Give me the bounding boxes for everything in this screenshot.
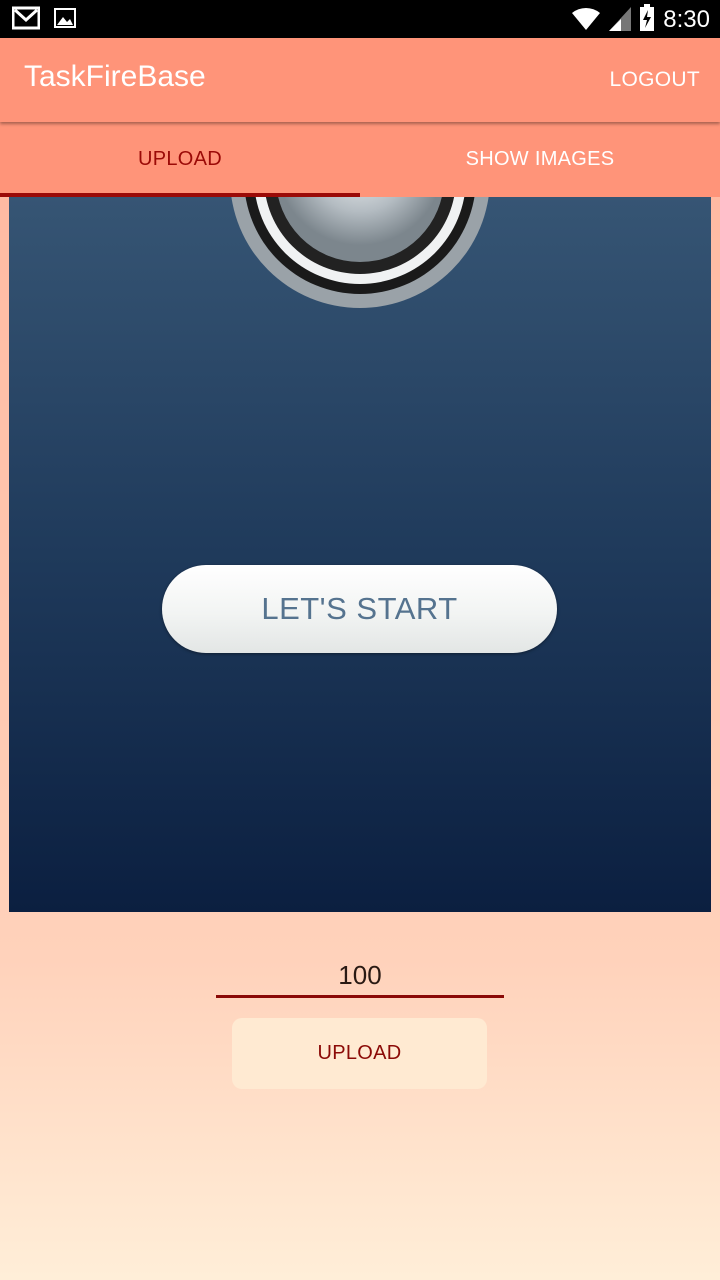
app-bar: TaskFireBase LOGOUT <box>0 38 720 122</box>
signal-icon <box>609 5 632 35</box>
system-icons: 8:30 <box>571 4 710 36</box>
logout-button[interactable]: LOGOUT <box>610 68 700 92</box>
notification-icons <box>11 6 76 34</box>
gallery-icon <box>54 8 76 32</box>
gmail-icon <box>11 6 41 34</box>
wifi-icon <box>571 5 601 35</box>
image-preview: LET'S START <box>9 197 711 912</box>
tab-show-images[interactable]: SHOW IMAGES <box>360 122 720 197</box>
tab-upload[interactable]: UPLOAD <box>0 122 360 197</box>
upload-button[interactable]: UPLOAD <box>232 1018 487 1089</box>
number-input[interactable]: 100 <box>216 954 504 998</box>
status-time: 8:30 <box>663 6 710 33</box>
lens-graphic <box>229 197 491 313</box>
battery-charging-icon <box>639 4 655 36</box>
tab-bar: UPLOAD SHOW IMAGES <box>0 122 720 197</box>
status-bar: 8:30 <box>0 0 720 38</box>
app-title: TaskFireBase <box>24 60 206 93</box>
lets-start-button: LET'S START <box>162 565 557 653</box>
